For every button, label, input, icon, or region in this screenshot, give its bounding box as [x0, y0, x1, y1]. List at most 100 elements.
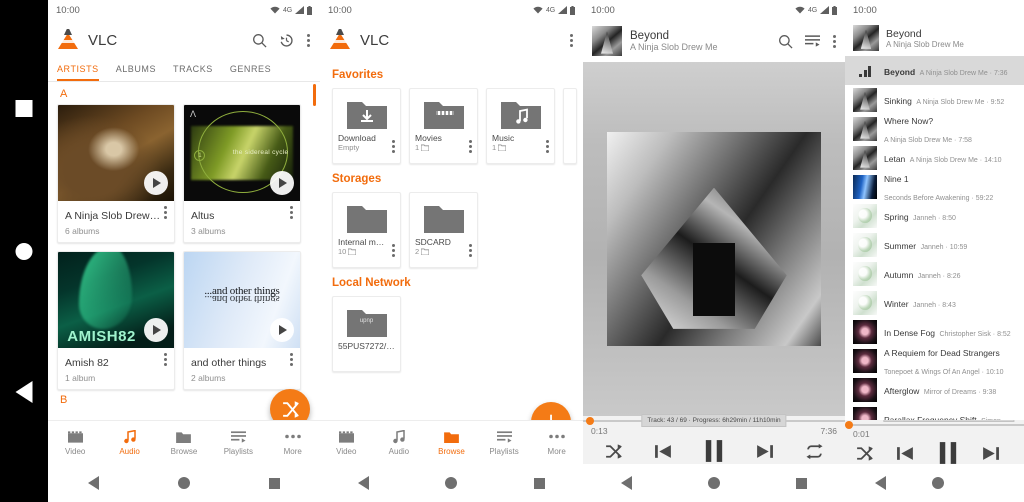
folder-count: 1: [492, 143, 497, 152]
play-icon[interactable]: [144, 318, 168, 342]
overflow-icon[interactable]: [832, 34, 836, 48]
folder-card-music[interactable]: Music 1: [486, 88, 555, 164]
status-icons: 4G: [795, 5, 837, 15]
next-icon[interactable]: [981, 445, 1000, 462]
play-icon[interactable]: [270, 171, 294, 195]
queue-item[interactable]: Winter Janneh · 8:43: [845, 288, 1024, 317]
home-button[interactable]: [15, 243, 33, 260]
shuffle-icon[interactable]: [855, 445, 874, 462]
folder-card-movies[interactable]: Movies 1: [409, 88, 478, 164]
artist-card[interactable]: AMISH82 Amish 82 1 album: [57, 251, 175, 390]
nav-label: Playlists: [489, 447, 519, 456]
system-nav-bar: [845, 464, 1024, 502]
seek-bar[interactable]: Track: 43 / 69 · Progress: 6h29min / 11h…: [845, 420, 1024, 429]
overflow-icon[interactable]: [306, 33, 310, 47]
back-button[interactable]: [875, 476, 886, 490]
scrollbar-thumb[interactable]: [313, 84, 316, 106]
album-artwork: [607, 132, 821, 346]
recents-button[interactable]: [533, 477, 545, 489]
shuffle-icon: [282, 400, 299, 418]
seek-knob[interactable]: [845, 421, 853, 429]
track-artwork: [853, 203, 877, 228]
seek-knob[interactable]: [586, 417, 594, 425]
artist-card[interactable]: ...and other things ...and other things …: [183, 251, 301, 390]
pause-icon[interactable]: [703, 439, 725, 463]
playlist-icon[interactable]: [805, 35, 820, 47]
queue-item[interactable]: Beyond A Ninja Slob Drew Me · 7:36: [845, 56, 1024, 85]
folder-overflow-icon[interactable]: [468, 140, 472, 153]
nav-item-video[interactable]: Video: [48, 429, 102, 456]
pause-icon[interactable]: [937, 441, 959, 464]
next-icon[interactable]: [755, 443, 774, 460]
tab-tracks[interactable]: TRACKS: [173, 60, 222, 81]
folder-card-upnp-device[interactable]: upnp 55PUS7272/12: [332, 296, 401, 372]
artist-overflow-icon[interactable]: [163, 353, 167, 366]
nav-item-playlists[interactable]: Playlists: [211, 429, 265, 456]
nav-item-video[interactable]: Video: [320, 429, 373, 456]
artist-overflow-icon[interactable]: [289, 206, 293, 219]
nav-label: Audio: [388, 447, 410, 456]
folder-card-internal-memory[interactable]: Internal m… 10: [332, 192, 401, 268]
tab-genres[interactable]: GENRES: [230, 60, 280, 81]
nav-item-audio[interactable]: Audio: [102, 429, 156, 456]
panel-browse: 10:00 4G VLC Favorites Download Empty Mo…: [320, 0, 583, 502]
queue-item[interactable]: A Requiem for Dead Strangers Tonepoet & …: [845, 346, 1024, 376]
home-button[interactable]: [932, 477, 944, 489]
artist-card[interactable]: Λ 1 the sidereal cycle Altus 3 albums: [183, 104, 301, 243]
search-icon[interactable]: [778, 34, 793, 49]
nav-item-playlists[interactable]: Playlists: [478, 429, 531, 456]
queue-item[interactable]: Nine 1 Seconds Before Awakening · 59:22: [845, 172, 1024, 202]
home-button[interactable]: [177, 477, 190, 489]
caret-icon: Λ: [190, 109, 197, 119]
previous-icon[interactable]: [654, 443, 673, 460]
tab-albums[interactable]: ALBUMS: [116, 60, 165, 81]
folder-overflow-icon[interactable]: [391, 140, 395, 153]
home-button[interactable]: [445, 477, 458, 489]
folder-card-download[interactable]: Download Empty: [332, 88, 401, 164]
back-button[interactable]: [621, 476, 632, 490]
artist-album-count: 3 albums: [191, 226, 226, 236]
artist-album-count: 6 albums: [65, 226, 100, 236]
recents-button[interactable]: [15, 100, 33, 117]
queue-list[interactable]: Beyond A Ninja Slob Drew Me · 7:36 Sinki…: [845, 56, 1024, 422]
queue-item-text: Letan A Ninja Slob Drew Me · 14:10: [884, 149, 1016, 167]
queue-item[interactable]: Afterglow Mirror of Dreams · 9:38: [845, 375, 1024, 404]
nav-item-audio[interactable]: Audio: [373, 429, 426, 456]
history-icon[interactable]: [279, 33, 294, 48]
repeat-icon[interactable]: [805, 443, 824, 460]
play-icon[interactable]: [144, 171, 168, 195]
tab-artists[interactable]: ARTISTS: [57, 60, 108, 81]
home-button[interactable]: [708, 477, 720, 489]
previous-icon[interactable]: [896, 445, 915, 462]
back-button[interactable]: [358, 476, 370, 490]
recents-button[interactable]: [269, 477, 281, 489]
nav-item-more[interactable]: More: [266, 429, 320, 456]
nav-item-browse[interactable]: Browse: [157, 429, 211, 456]
seek-bar[interactable]: Track: 43 / 69 · Progress: 6h29min / 11h…: [583, 414, 845, 427]
folder-card-sdcard[interactable]: SDCARD 2: [409, 192, 478, 268]
folder-overflow-icon[interactable]: [468, 244, 472, 257]
artist-card[interactable]: A Ninja Slob Drew… 6 albums: [57, 104, 175, 243]
recents-button[interactable]: [796, 477, 807, 489]
folder-overflow-icon[interactable]: [391, 244, 395, 257]
folder-overflow-icon[interactable]: [545, 140, 549, 153]
back-button[interactable]: [87, 476, 99, 490]
nav-item-more[interactable]: More: [530, 429, 583, 456]
back-button[interactable]: [15, 381, 33, 403]
transport-controls: [845, 439, 1024, 464]
app-bar: VLC: [320, 20, 583, 60]
artist-overflow-icon[interactable]: [289, 353, 293, 366]
artist-overflow-icon[interactable]: [163, 206, 167, 219]
queue-item[interactable]: Summer Janneh · 10:59: [845, 230, 1024, 259]
video-icon: [67, 429, 83, 444]
folder-card-partial[interactable]: [563, 88, 577, 164]
queue-item[interactable]: Autumn Janneh · 8:26: [845, 259, 1024, 288]
shuffle-icon[interactable]: [604, 443, 623, 460]
folder-count-icon: [421, 248, 430, 255]
queue-item[interactable]: Spring Janneh · 8:50: [845, 201, 1024, 230]
play-icon[interactable]: [270, 318, 294, 342]
search-icon[interactable]: [252, 33, 267, 48]
queue-item[interactable]: Where Now? A Ninja Slob Drew Me · 7:58: [845, 114, 1024, 144]
nav-item-browse[interactable]: Browse: [425, 429, 478, 456]
overflow-icon[interactable]: [569, 33, 573, 47]
